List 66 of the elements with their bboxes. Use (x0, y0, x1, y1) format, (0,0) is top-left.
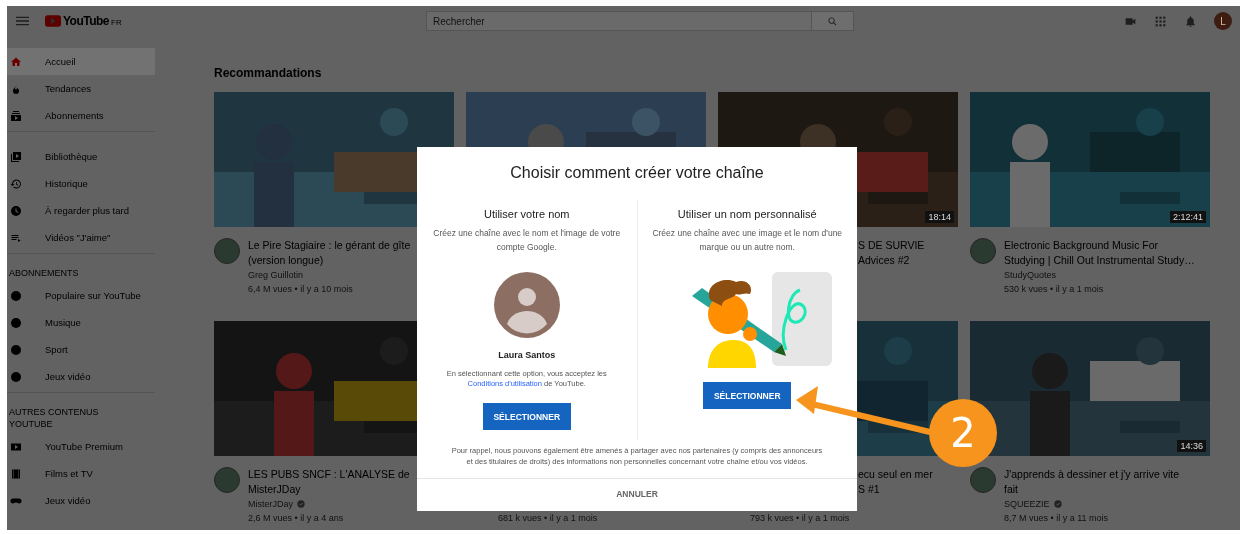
region-label: FR (111, 18, 122, 27)
search-icon (827, 15, 838, 27)
film-icon (10, 467, 22, 480)
sidebar-item[interactable]: Bibliothèque (7, 143, 155, 170)
section-title: AUTRES CONTENUS YOUTUBE (8, 406, 100, 431)
history-icon (10, 177, 22, 190)
channel-avatar-icon (10, 343, 22, 356)
video-title[interactable]: LES PUBS SNCF : L'ANALYSE de MisterJDay (248, 467, 410, 497)
sidebar-item[interactable]: Vidéos "J'aime" (7, 224, 155, 251)
video-title[interactable]: S DE SURVIE Advices #2 (858, 238, 925, 268)
library-icon (10, 150, 22, 163)
sidebar-item[interactable]: À regarder plus tard (7, 197, 155, 224)
sidebar-item[interactable]: Tendances (7, 75, 155, 102)
account-avatar[interactable]: L (1214, 12, 1232, 30)
logo-text[interactable]: YouTube (63, 14, 110, 28)
play-logo-icon (45, 15, 61, 27)
sidebar-item[interactable]: Films et TV (7, 460, 155, 487)
channel-name[interactable]: Greg Guillotin (248, 268, 304, 282)
user-avatar-icon (493, 272, 560, 338)
menu-icon[interactable] (16, 16, 29, 26)
search-field[interactable]: Rechercher (426, 11, 812, 31)
option-description: Créez une chaîne avec le nom et l'image de votre compte Google. (432, 227, 622, 254)
channel-name[interactable]: MisterJDay (248, 497, 293, 511)
duration-badge: 2:12:41 (1169, 211, 1206, 223)
sidebar-item[interactable]: Jeux vidéo (7, 363, 155, 390)
home-icon (10, 55, 22, 68)
sidebar-item[interactable]: Musique (7, 309, 155, 336)
channel-avatar-icon[interactable] (214, 467, 240, 493)
sidebar-item[interactable]: YouTube Premium (7, 433, 155, 460)
user-name: Laura Santos (498, 350, 556, 360)
channel-name[interactable]: SQUEEZIE (1004, 497, 1050, 511)
channel-avatar-icon[interactable] (970, 238, 996, 264)
sidebar-item[interactable]: Abonnements (7, 102, 155, 129)
dialog-title: Choisir comment créer votre chaîne (510, 164, 764, 182)
channel-avatar-icon[interactable] (214, 238, 240, 264)
sidebar-item[interactable]: Jeux vidéo (7, 487, 155, 514)
channel-avatar-icon (10, 316, 22, 329)
channel-avatar-icon (10, 289, 22, 302)
channel-avatar-icon (10, 370, 22, 383)
section-heading: Recommandations (214, 66, 323, 80)
search-button[interactable] (812, 11, 854, 31)
section-title: ABONNEMENTS (8, 267, 80, 280)
cancel-button[interactable]: ANNULER (610, 487, 664, 501)
apps-grid-icon[interactable] (1154, 14, 1167, 28)
video-title[interactable]: Electronic Background Music For Studying | Chill Out Instrumental Study… (1004, 238, 1195, 268)
duration-badge: 18:14 (925, 211, 954, 223)
bell-icon[interactable] (1184, 14, 1197, 28)
select-button[interactable]: SÉLECTIONNER (482, 403, 571, 430)
option-heading: Utiliser un nom personnalisé (677, 208, 817, 220)
subscriptions-icon (10, 109, 22, 122)
video-title[interactable]: ecu seul en mer S #1 (858, 467, 933, 497)
select-button[interactable]: SÉLECTIONNER (703, 382, 792, 409)
sidebar-item[interactable]: Accueil (7, 48, 155, 75)
sidebar-item[interactable]: Populaire sur YouTube (7, 282, 155, 309)
sidebar-item[interactable]: Historique (7, 170, 155, 197)
clock-icon (10, 204, 22, 217)
channel-avatar-icon[interactable] (970, 467, 996, 493)
duration-badge: 14:36 (1177, 440, 1206, 452)
video-title[interactable]: Le Pire Stagiaire : le gérant de gîte (version longue) (248, 238, 411, 268)
video-title[interactable]: J'apprends à dessiner et j'y arrive vite fait (1004, 467, 1179, 497)
verified-icon (297, 500, 305, 508)
sidebar-item[interactable]: Sport (7, 336, 155, 363)
option-heading: Utiliser votre nom (483, 208, 570, 220)
channel-name[interactable]: StudyQuotes (1004, 268, 1057, 282)
verified-icon (1053, 500, 1062, 508)
option-description: Créez une chaîne avec une image et le nom d'une marque ou un autre nom. (652, 227, 843, 254)
